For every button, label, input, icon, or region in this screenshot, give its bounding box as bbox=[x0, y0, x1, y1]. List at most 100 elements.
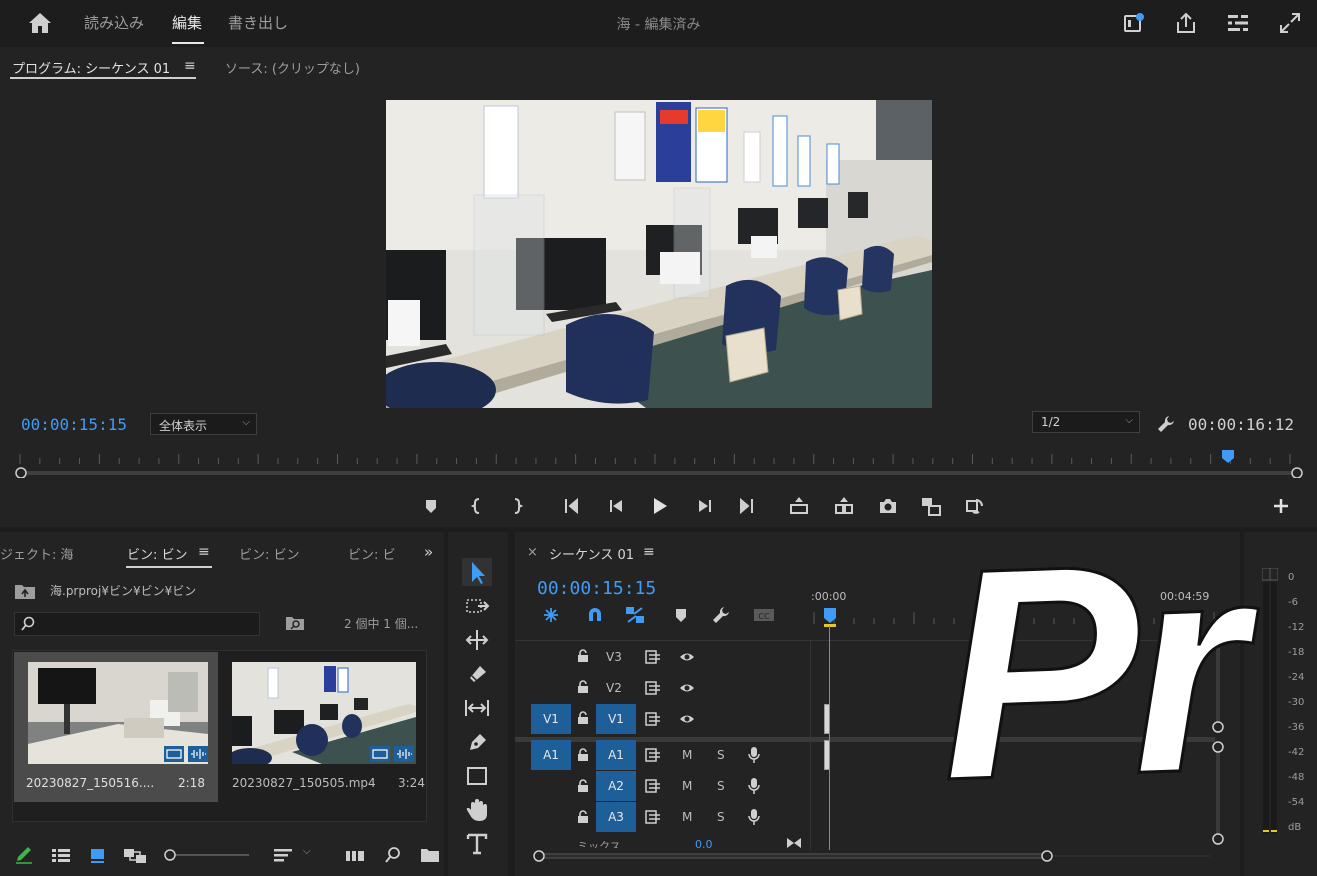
list-view-icon[interactable] bbox=[50, 846, 72, 864]
track-header-v1[interactable]: V1 V1 bbox=[515, 704, 810, 734]
pencil-icon[interactable] bbox=[14, 846, 34, 864]
mute-button[interactable]: M bbox=[682, 779, 692, 793]
sync-lock-icon[interactable] bbox=[645, 779, 661, 793]
clip-thumbnail-card[interactable]: 20230827_150505.mp4 3:24 bbox=[220, 652, 425, 802]
camera-export-frame-icon[interactable] bbox=[877, 495, 899, 517]
eye-icon[interactable] bbox=[679, 712, 695, 726]
solo-button[interactable]: S bbox=[717, 748, 725, 762]
nest-sequence-icon[interactable] bbox=[540, 605, 562, 625]
step-forward-icon[interactable] bbox=[694, 495, 716, 517]
timeline-playhead-icon[interactable] bbox=[823, 608, 837, 628]
track-target-a3[interactable]: A3 bbox=[596, 802, 636, 832]
eye-icon[interactable] bbox=[679, 650, 695, 664]
lock-icon[interactable] bbox=[577, 711, 589, 725]
sync-lock-icon[interactable] bbox=[645, 712, 661, 726]
slip-tool-icon[interactable] bbox=[462, 694, 492, 722]
captions-icon[interactable]: CC bbox=[752, 605, 776, 625]
razor-tool-icon[interactable] bbox=[462, 660, 492, 688]
more-tabs-icon[interactable]: » bbox=[424, 543, 433, 561]
chevron-down-icon[interactable]: ⌵ bbox=[303, 846, 311, 857]
track-header-mix[interactable]: ミックス 0.0 bbox=[515, 836, 810, 848]
type-tool-icon[interactable] bbox=[462, 830, 492, 858]
tab-bin-2[interactable]: ビン: ビン bbox=[239, 544, 300, 563]
panel-menu-icon[interactable]: ≡ bbox=[184, 58, 196, 74]
close-icon[interactable]: × bbox=[527, 545, 538, 560]
parent-folder-icon[interactable] bbox=[14, 582, 36, 600]
tab-source-monitor[interactable]: ソース: (クリップなし) bbox=[225, 58, 360, 77]
lock-icon[interactable] bbox=[577, 810, 589, 824]
program-time-ruler[interactable] bbox=[14, 448, 1304, 478]
source-patch-v1[interactable]: V1 bbox=[531, 704, 571, 734]
notification-icon[interactable] bbox=[1122, 11, 1146, 35]
go-to-out-icon[interactable] bbox=[735, 495, 757, 517]
track-select-forward-tool-icon[interactable] bbox=[462, 592, 492, 620]
resolution-dropdown[interactable]: 1/2 ⌵ bbox=[1032, 411, 1140, 433]
bin-search-input[interactable] bbox=[14, 612, 260, 636]
step-back-icon[interactable] bbox=[605, 495, 627, 517]
tab-project[interactable]: ジェクト: 海 bbox=[0, 544, 74, 563]
freeform-view-icon[interactable] bbox=[122, 846, 148, 864]
panel-menu-icon[interactable]: ≡ bbox=[198, 544, 210, 560]
microphone-icon[interactable] bbox=[748, 808, 760, 826]
wrench-settings-icon[interactable] bbox=[1156, 414, 1176, 434]
track-header-a1[interactable]: A1 A1 M S bbox=[515, 740, 810, 770]
solo-button[interactable]: S bbox=[717, 810, 725, 824]
lock-icon[interactable] bbox=[577, 748, 589, 762]
solo-button[interactable]: S bbox=[717, 779, 725, 793]
add-button-icon[interactable] bbox=[1270, 495, 1292, 517]
workspace-menu-icon[interactable] bbox=[1226, 11, 1250, 35]
selection-tool-icon[interactable] bbox=[462, 558, 492, 586]
sort-icon[interactable] bbox=[272, 846, 294, 864]
add-marker-icon[interactable] bbox=[670, 605, 692, 625]
program-current-timecode[interactable]: 00:00:15:15 bbox=[21, 415, 127, 434]
play-icon[interactable] bbox=[649, 495, 671, 517]
thumbnail-size-slider[interactable] bbox=[163, 848, 249, 862]
tab-bin-active[interactable]: ビン: ビン bbox=[127, 544, 188, 563]
sequence-tab-title[interactable]: シーケンス 01 bbox=[549, 544, 634, 563]
new-search-bin-icon[interactable] bbox=[285, 614, 305, 632]
hand-tool-icon[interactable] bbox=[462, 796, 492, 824]
track-header-a2[interactable]: A2 M S bbox=[515, 771, 810, 801]
wrench-settings-icon[interactable] bbox=[710, 605, 732, 625]
sync-lock-icon[interactable] bbox=[645, 810, 661, 824]
track-target-v1[interactable]: V1 bbox=[596, 704, 636, 734]
fullscreen-icon[interactable] bbox=[1278, 11, 1302, 35]
panel-menu-icon[interactable]: ≡ bbox=[643, 544, 655, 560]
sync-lock-icon[interactable] bbox=[645, 748, 661, 762]
mark-in-icon[interactable] bbox=[466, 495, 488, 517]
mark-out-icon[interactable] bbox=[506, 495, 528, 517]
tab-program-monitor[interactable]: プログラム: シーケンス 01 bbox=[12, 58, 170, 77]
linked-selection-icon[interactable] bbox=[624, 605, 646, 625]
share-icon[interactable] bbox=[1174, 11, 1198, 35]
track-target-a1[interactable]: A1 bbox=[596, 740, 636, 770]
track-target-a2[interactable]: A2 bbox=[596, 771, 636, 801]
horizontal-zoom-scrollbar[interactable] bbox=[530, 848, 1214, 864]
sync-lock-icon[interactable] bbox=[645, 681, 661, 695]
microphone-icon[interactable] bbox=[748, 746, 760, 764]
search-icon[interactable] bbox=[384, 846, 402, 864]
microphone-icon[interactable] bbox=[748, 777, 760, 795]
pen-tool-icon[interactable] bbox=[462, 728, 492, 756]
go-to-in-icon[interactable] bbox=[561, 495, 583, 517]
ripple-edit-tool-icon[interactable] bbox=[462, 626, 492, 654]
track-header-a3[interactable]: A3 M S bbox=[515, 802, 810, 832]
lock-icon[interactable] bbox=[577, 649, 589, 663]
track-header-v3[interactable]: V3 bbox=[515, 642, 810, 672]
sync-lock-icon[interactable] bbox=[645, 650, 661, 664]
lock-icon[interactable] bbox=[577, 779, 589, 793]
mix-volume-value[interactable]: 0.0 bbox=[695, 838, 713, 848]
lock-icon[interactable] bbox=[577, 680, 589, 694]
new-bin-folder-icon[interactable] bbox=[420, 846, 440, 864]
lift-icon[interactable] bbox=[788, 495, 810, 517]
automate-to-sequence-icon[interactable] bbox=[344, 846, 366, 864]
mute-button[interactable]: M bbox=[682, 810, 692, 824]
icon-view-icon[interactable] bbox=[88, 846, 108, 864]
tab-bin-3[interactable]: ビン: ビ bbox=[348, 544, 396, 563]
snap-magnet-icon[interactable] bbox=[584, 605, 606, 625]
timeline-timecode[interactable]: 00:00:15:15 bbox=[537, 578, 656, 599]
rectangle-tool-icon[interactable] bbox=[462, 762, 492, 790]
add-marker-icon[interactable] bbox=[420, 495, 442, 517]
program-playhead[interactable] bbox=[1221, 450, 1235, 464]
clip-thumbnail-card-selected[interactable]: 20230827_150516.... 2:18 bbox=[14, 652, 218, 802]
mute-button[interactable]: M bbox=[682, 748, 692, 762]
